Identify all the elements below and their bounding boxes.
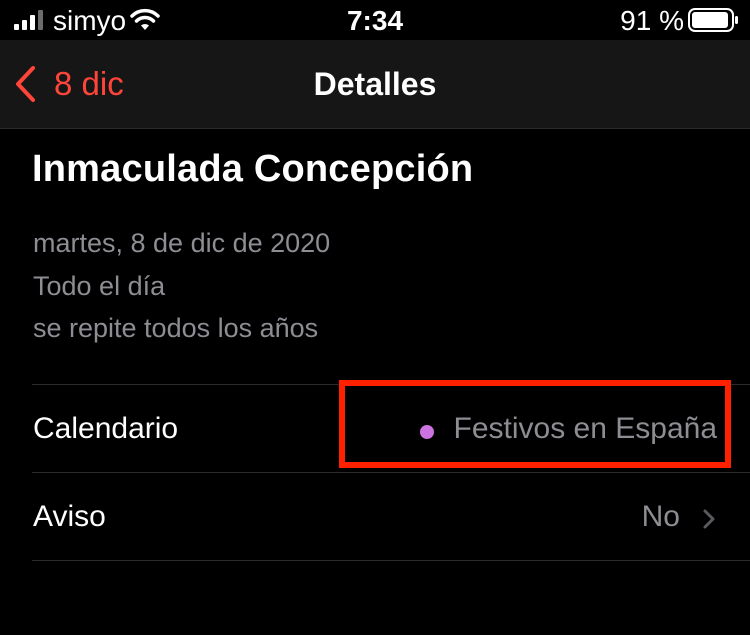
event-all-day: Todo el día [33,271,166,301]
calendar-color-dot-icon [420,425,434,439]
navigation-bar: 8 dic Detalles [0,40,750,129]
alert-row[interactable]: Aviso No [0,473,750,561]
event-title: Inmaculada Concepción [32,148,474,190]
battery-icon [688,8,738,32]
divider [32,560,750,561]
alert-value: No [641,500,680,533]
calendar-value: Festivos en España [453,412,717,445]
status-bar: simyo 7:34 91 % [0,0,750,40]
chevron-right-icon [703,509,715,529]
page-title: Detalles [313,66,437,102]
calendar-row[interactable]: Calendario Festivos en España [0,385,750,473]
calendar-label: Calendario [33,412,179,445]
event-repeat: se repite todos los años [33,313,319,343]
event-date: martes, 8 de dic de 2020 [33,228,331,258]
alert-label: Aviso [33,500,106,533]
battery-percentage: 91 % [620,5,684,36]
